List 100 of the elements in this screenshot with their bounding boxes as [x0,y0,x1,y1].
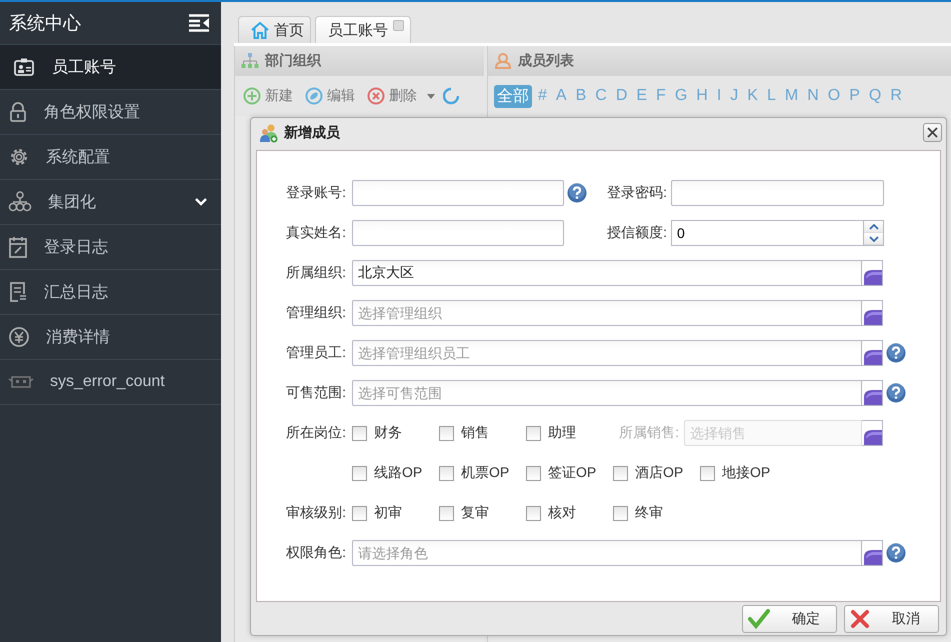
checkbox[interactable] [526,426,541,440]
x-circle-icon [367,87,385,105]
letter-filter[interactable]: # [535,86,550,106]
document-icon [8,281,28,303]
tab[interactable]: 首页 [238,16,311,43]
checkbox-label: 签证OP [548,464,596,482]
picker-button[interactable] [862,420,883,446]
field-label: 审核级别: [285,504,347,522]
letter-filter[interactable]: Q [866,86,884,106]
padlock-icon [8,102,28,122]
letter-filter[interactable]: E [633,86,650,106]
checkmark-icon [748,608,770,628]
letter-filter[interactable]: O [824,86,844,106]
field-label: 所属销售: [618,424,680,442]
picker-field[interactable]: 选择管理组织员工 [352,340,862,366]
close-button[interactable] [923,123,942,142]
number-field[interactable]: 0 [671,220,863,246]
letter-filter[interactable]: B [572,86,590,106]
picker-field[interactable]: 选择可售范围 [352,380,862,406]
letter-filter[interactable]: L [764,86,779,106]
spin-down-button[interactable] [864,233,883,245]
picker-field[interactable]: 北京大区 [352,260,862,286]
field-label: 登录账号: [285,184,347,202]
sidebar-item[interactable]: 员工账号 [0,45,221,90]
field-label: 权限角色: [285,544,347,562]
checkbox-label: 初审 [374,504,402,522]
checkbox[interactable] [613,506,628,520]
text-field[interactable] [352,180,564,206]
toolbar-button[interactable]: 编辑 [303,87,357,105]
letter-filter[interactable]: 全部 [494,84,532,108]
picker-field[interactable]: 请选择角色 [352,540,862,566]
letter-filter[interactable]: C [592,86,610,106]
checkbox-label: 财务 [374,424,402,442]
field-label: 管理员工: [285,344,347,362]
picker-field[interactable]: 选择管理组织 [352,300,862,326]
tab[interactable]: 员工账号 [315,16,411,43]
picker-button[interactable] [862,380,883,406]
caret-icon[interactable] [427,94,435,98]
chevron-down-icon [195,198,207,206]
checkbox[interactable] [352,506,367,520]
field-label: 所属组织: [285,264,347,282]
checkbox[interactable] [439,466,454,480]
letter-filter[interactable]: P [846,86,863,106]
confirm-button[interactable]: 确定 [742,604,837,632]
checkbox-label: 核对 [548,504,576,522]
letter-filter[interactable]: D [612,86,630,106]
letter-filter[interactable]: G [672,86,690,106]
text-field[interactable] [671,180,884,206]
checkbox[interactable] [439,506,454,520]
hierarchy-icon [8,191,32,213]
letter-filter[interactable]: J [727,86,742,106]
cancel-button[interactable]: 取消 [844,604,939,632]
letter-filter[interactable]: F [653,86,669,106]
checkbox[interactable] [352,426,367,440]
picker-button[interactable] [862,340,883,366]
checkbox[interactable] [613,466,628,480]
chevron-down-icon [868,236,878,242]
field-label: 可售范围: [285,384,347,402]
checkbox[interactable] [700,466,715,480]
sidebar-item[interactable]: 登录日志 [0,225,221,270]
letter-filter[interactable]: M [782,86,802,106]
checkbox-label: 线路OP [374,464,422,482]
plus-circle-icon [243,87,261,105]
picker-button[interactable] [862,540,883,566]
panel-title: 成员列表 [518,52,574,70]
checkbox[interactable] [526,506,541,520]
field-label: 登录密码: [606,184,668,202]
home-icon [251,22,269,38]
letter-filter[interactable]: K [744,86,761,106]
letter-filter[interactable]: I [714,86,724,106]
toolbar-button[interactable]: 删除 [365,87,419,105]
checkbox[interactable] [352,466,367,480]
dialog-title: 新增成员 [284,124,341,142]
checkbox-label: 地接OP [722,464,770,482]
checkbox-label: 助理 [548,424,576,442]
checkbox-label: 复审 [461,504,489,522]
picker-button[interactable] [862,260,883,286]
picker-button[interactable] [862,300,883,326]
chevron-up-icon [868,224,878,230]
id-card-icon [14,58,34,76]
robot-icon [8,375,34,389]
letter-filter[interactable]: N [804,86,822,106]
checkbox[interactable] [439,426,454,440]
field-label: 管理组织: [285,304,347,322]
yuan-coin-icon [8,326,30,348]
calendar-icon [8,236,28,258]
field-label: 真实姓名: [285,224,347,242]
letter-filter[interactable]: R [887,86,905,106]
checkbox-label: 酒店OP [635,464,684,482]
letter-filter[interactable]: H [693,86,711,106]
spin-up-button[interactable] [864,221,883,233]
checkbox-label: 销售 [461,424,489,442]
letter-filter[interactable]: A [552,86,570,106]
text-field[interactable] [352,220,564,246]
refresh-icon[interactable] [443,87,459,105]
checkbox[interactable] [526,466,541,480]
toolbar-button[interactable]: 新建 [241,87,295,105]
menu-icon[interactable] [189,14,209,32]
gear-icon [8,146,30,168]
field-label: 授信额度: [606,224,668,242]
